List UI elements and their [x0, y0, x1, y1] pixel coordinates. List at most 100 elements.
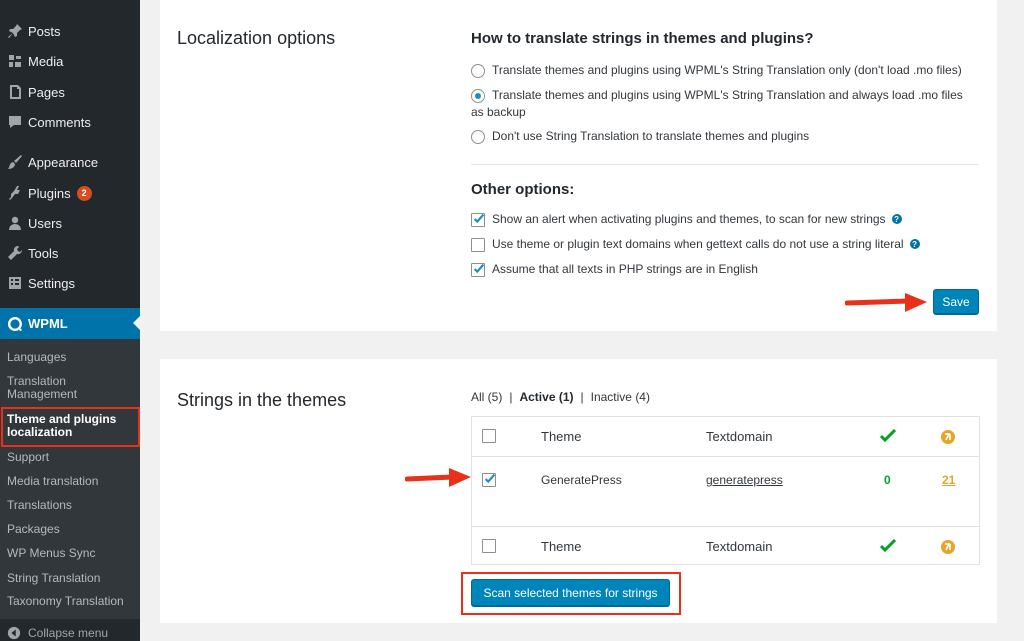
radio-label-continued: as backup: [471, 105, 526, 119]
sidebar-item-label: Appearance: [28, 154, 99, 170]
submenu-item-taxonomy-translation[interactable]: Taxonomy Translation: [0, 595, 140, 608]
column-footer-textdomain: Textdomain: [706, 539, 773, 554]
row-divider: [472, 456, 979, 457]
submenu-item-languages[interactable]: Languages: [0, 351, 140, 364]
translated-check-icon: [879, 428, 897, 446]
column-header-textdomain: Textdomain: [706, 429, 773, 444]
option-text-domains[interactable]: Use theme or plugin text domains when ge…: [471, 237, 920, 252]
divider: [471, 164, 979, 165]
submenu-item-translation-management[interactable]: Translation Management: [0, 375, 100, 401]
untranslated-count-link[interactable]: 21: [942, 473, 955, 487]
radio-option-string-translation-only[interactable]: Translate themes and plugins using WPML'…: [471, 63, 962, 78]
section-title: Strings in the themes: [177, 390, 347, 410]
translate-strings-heading: How to translate strings in themes and p…: [471, 30, 814, 47]
collapse-icon: [0, 626, 28, 640]
pages-icon: [0, 84, 28, 100]
checkbox-label: Show an alert when activating plugins an…: [492, 212, 886, 226]
row-divider: [472, 526, 979, 527]
wrench-icon: [0, 245, 28, 261]
radio-option-no-string-translation[interactable]: Don't use String Translation to translat…: [471, 129, 809, 144]
filter-separator: |: [509, 390, 513, 404]
collapse-menu-button[interactable]: Collapse menu: [0, 625, 140, 641]
radio-label: Translate themes and plugins using WPML'…: [492, 63, 962, 77]
option-scan-alert[interactable]: Show an alert when activating plugins an…: [471, 212, 902, 227]
sidebar-item-label: Tools: [28, 245, 59, 261]
radio-button[interactable]: [471, 64, 485, 78]
filter-inactive[interactable]: Inactive (4): [591, 390, 650, 404]
collapse-label: Collapse menu: [28, 626, 109, 640]
highlight-box: [461, 572, 681, 615]
brush-icon: [0, 154, 28, 170]
sidebar-item-label: Comments: [28, 114, 91, 130]
user-icon: [0, 215, 28, 231]
needs-translation-icon: [940, 539, 956, 558]
checkbox-label: Assume that all texts in PHP strings are…: [492, 262, 758, 276]
help-icon[interactable]: ?: [891, 214, 902, 224]
textdomain-link[interactable]: generatepress: [706, 473, 783, 487]
highlight-box: [1, 407, 140, 447]
checkbox[interactable]: [471, 263, 485, 277]
needs-translation-icon: [940, 429, 956, 448]
arrow-annotation: [845, 293, 927, 312]
localization-options-panel: Localization options How to translate st…: [160, 0, 997, 331]
sidebar-item-comments[interactable]: Comments: [0, 107, 140, 137]
submenu-item-support[interactable]: Support: [0, 451, 140, 464]
translated-count: 0: [884, 473, 891, 487]
section-title: Localization options: [177, 28, 336, 48]
themes-table: Theme Textdomain GeneratePress generatep…: [471, 416, 980, 565]
sidebar-item-label: WPML: [28, 316, 68, 331]
plugin-icon: [0, 185, 28, 201]
submenu-item-string-translation[interactable]: String Translation: [0, 572, 140, 585]
sidebar-item-plugins[interactable]: Plugins 2: [0, 178, 140, 208]
column-header-theme: Theme: [541, 429, 582, 444]
checkbox-label: Use theme or plugin text domains when ge…: [492, 237, 904, 251]
sidebar-item-pages[interactable]: Pages: [0, 77, 140, 107]
sidebar-item-label: Settings: [28, 275, 75, 291]
sidebar-item-posts[interactable]: Posts: [0, 16, 140, 46]
select-all-checkbox[interactable]: [482, 429, 496, 443]
checkbox[interactable]: [482, 429, 496, 443]
media-icon: [0, 53, 28, 69]
radio-button[interactable]: [471, 130, 485, 144]
filter-all[interactable]: All (5): [471, 390, 502, 404]
checkbox[interactable]: [471, 238, 485, 252]
radio-option-load-mo-backup[interactable]: Translate themes and plugins using WPML'…: [471, 88, 963, 103]
radio-label: Don't use String Translation to translat…: [492, 129, 810, 143]
radio-label-line2: as backup: [471, 105, 526, 119]
theme-filter-links: All (5) | Active (1) | Inactive (4): [471, 390, 650, 404]
submenu-item-media-translation[interactable]: Media translation: [0, 475, 140, 488]
select-all-checkbox-footer[interactable]: [482, 539, 496, 553]
sidebar-item-label: Users: [28, 215, 62, 231]
sidebar-item-settings[interactable]: Settings: [0, 268, 140, 298]
sidebar-item-media[interactable]: Media: [0, 46, 140, 76]
sidebar-item-wpml[interactable]: WPML: [0, 308, 140, 339]
checkbox[interactable]: [471, 213, 485, 227]
sidebar-item-appearance[interactable]: Appearance: [0, 147, 140, 177]
radio-label: Translate themes and plugins using WPML'…: [492, 88, 963, 102]
column-footer-theme: Theme: [541, 539, 582, 554]
row-checkbox[interactable]: [482, 473, 496, 487]
comments-icon: [0, 114, 28, 130]
sidebar-item-label: Plugins: [28, 185, 71, 201]
translated-check-icon: [879, 538, 897, 556]
radio-button[interactable]: [471, 89, 485, 103]
submenu-item-packages[interactable]: Packages: [0, 523, 140, 536]
checkbox[interactable]: [482, 473, 496, 487]
arrow-annotation: [405, 468, 471, 487]
option-english-strings[interactable]: Assume that all texts in PHP strings are…: [471, 262, 758, 277]
submenu-item-translations[interactable]: Translations: [0, 499, 140, 512]
theme-name: GeneratePress: [541, 473, 622, 487]
sidebar-item-label: Pages: [28, 84, 65, 100]
filter-separator: |: [580, 390, 584, 404]
submenu-item-menus-sync[interactable]: WP Menus Sync: [0, 547, 140, 560]
save-button[interactable]: Save: [933, 289, 979, 314]
sidebar-item-tools[interactable]: Tools: [0, 238, 140, 268]
admin-sidebar: Posts Media Pages Comments Appearance Pl…: [0, 0, 140, 641]
filter-active[interactable]: Active (1): [519, 390, 573, 404]
help-icon[interactable]: ?: [909, 239, 920, 249]
checkbox[interactable]: [482, 539, 496, 553]
sidebar-item-users[interactable]: Users: [0, 208, 140, 238]
wpml-icon: [0, 316, 28, 332]
pin-icon: [0, 23, 28, 39]
settings-icon: [0, 275, 28, 291]
